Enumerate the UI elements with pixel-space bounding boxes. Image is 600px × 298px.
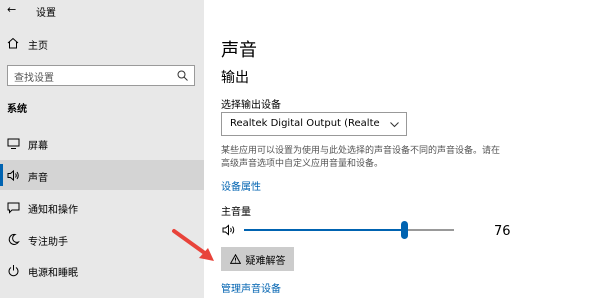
manage-sound-devices-link[interactable]: 管理声音设备 — [221, 280, 281, 295]
sidebar-item-label: 屏幕 — [28, 141, 48, 152]
troubleshoot-label: 疑难解答 — [245, 255, 286, 267]
master-volume-label: 主音量 — [221, 207, 251, 218]
chevron-down-icon — [390, 122, 399, 128]
monitor-icon — [7, 138, 20, 149]
notification-icon — [7, 202, 20, 214]
speaker-icon[interactable] — [222, 223, 237, 237]
sidebar-item-label: 通知和操作 — [28, 205, 78, 216]
device-properties-link[interactable]: 设备属性 — [221, 178, 261, 193]
sidebar-item-display[interactable]: 屏幕 — [0, 128, 204, 158]
search-box[interactable] — [7, 65, 195, 88]
output-device-label: 选择输出设备 — [221, 100, 281, 111]
annotation-arrow-icon — [172, 229, 214, 261]
sidebar-item-home[interactable]: 主页 — [0, 34, 204, 54]
selected-device-value: Realtek Digital Output (Realtek(R) A... — [230, 118, 380, 129]
output-device-dropdown[interactable]: Realtek Digital Output (Realtek(R) A... — [221, 112, 407, 136]
sidebar-item-label: 声音 — [28, 173, 48, 184]
selection-indicator — [0, 164, 3, 186]
sidebar-item-sound[interactable]: 声音 — [0, 160, 204, 190]
section-label: 系统 — [7, 104, 27, 115]
output-section-title: 输出 — [221, 70, 249, 86]
output-description: 某些应用可以设置为使用与此处选择的声音设备不同的声音设备。请在高级声音选项中自定… — [221, 146, 501, 169]
sidebar-item-label: 主页 — [28, 41, 48, 52]
power-icon — [8, 265, 19, 277]
volume-slider-thumb[interactable] — [401, 221, 408, 239]
volume-slider[interactable] — [244, 221, 454, 239]
back-arrow-icon[interactable]: ← — [7, 3, 16, 16]
warning-icon — [229, 254, 241, 264]
home-icon — [7, 37, 19, 49]
search-input[interactable] — [8, 69, 168, 88]
page-title: 声音 — [221, 40, 257, 61]
speaker-icon — [7, 169, 19, 182]
search-icon[interactable] — [177, 70, 188, 81]
sidebar-item-label: 专注助手 — [28, 237, 68, 248]
main-content: 声音 输出 选择输出设备 Realtek Digital Output (Rea… — [204, 0, 600, 298]
volume-slider-fill — [244, 229, 404, 231]
sidebar-item-notifications[interactable]: 通知和操作 — [0, 192, 204, 222]
moon-icon — [8, 233, 20, 245]
app-title: 设置 — [36, 8, 56, 19]
troubleshoot-button[interactable]: 疑难解答 — [221, 247, 294, 271]
volume-value: 76 — [494, 224, 511, 239]
sidebar-item-label: 电源和睡眠 — [28, 268, 78, 279]
